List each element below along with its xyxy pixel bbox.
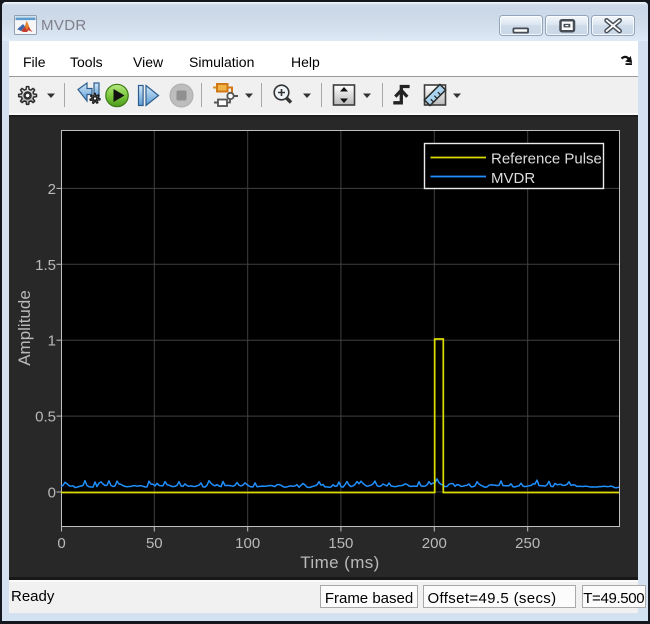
svg-text:1.5: 1.5 bbox=[35, 257, 56, 274]
svg-text:MVDR: MVDR bbox=[491, 170, 535, 187]
svg-text:Reference Pulse: Reference Pulse bbox=[491, 151, 602, 168]
svg-text:2: 2 bbox=[48, 181, 56, 198]
svg-text:100: 100 bbox=[235, 535, 260, 552]
svg-text:0: 0 bbox=[48, 485, 56, 502]
svg-text:Amplitude: Amplitude bbox=[15, 290, 34, 366]
svg-text:200: 200 bbox=[422, 535, 447, 552]
svg-text:250: 250 bbox=[515, 535, 540, 552]
svg-text:1: 1 bbox=[48, 333, 56, 350]
svg-text:50: 50 bbox=[146, 535, 163, 552]
svg-text:0.5: 0.5 bbox=[35, 409, 56, 426]
svg-text:Time (ms): Time (ms) bbox=[300, 553, 379, 572]
svg-text:150: 150 bbox=[328, 535, 353, 552]
svg-text:0: 0 bbox=[57, 535, 65, 552]
